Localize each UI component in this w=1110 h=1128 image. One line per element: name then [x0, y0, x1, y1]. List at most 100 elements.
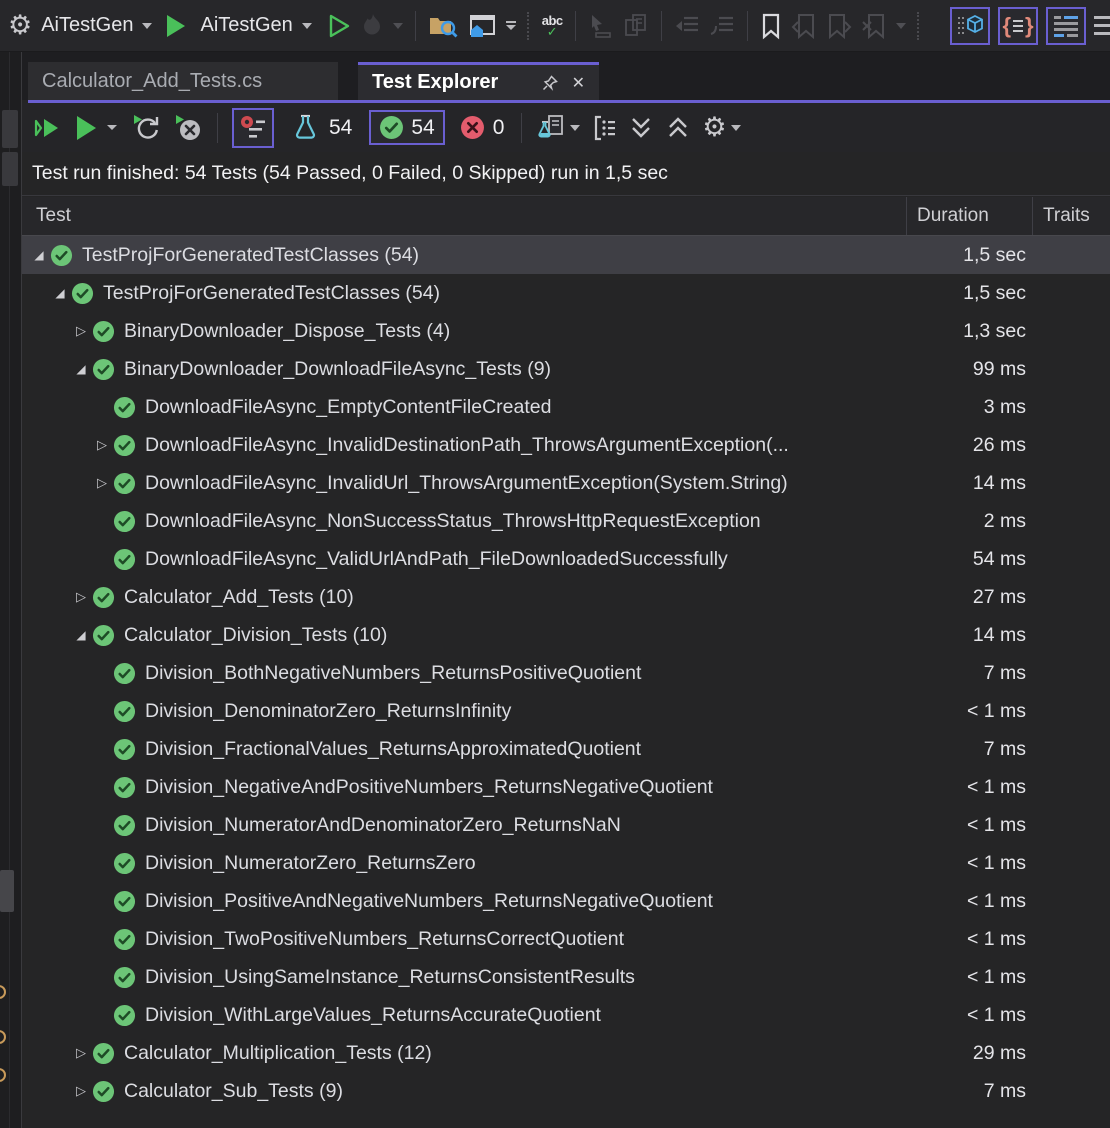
solution-explorer-home-icon[interactable] [467, 13, 497, 39]
settings-button[interactable]: ⚙ [702, 114, 740, 141]
test-tree-row[interactable]: ▷ Calculator_Sub_Tests (9) 7 ms [22, 1072, 1110, 1110]
expander-icon[interactable]: ▷ [70, 1034, 92, 1072]
settings-gear-icon: ⚙ [702, 114, 726, 141]
test-tree-row[interactable]: Division_NumeratorAndDenominatorZero_Ret… [22, 806, 1110, 844]
test-tree-row[interactable]: Division_NumeratorZero_ReturnsZero < 1 m… [22, 844, 1110, 882]
test-tree-row[interactable]: ◢ TestProjForGeneratedTestClasses (54) 1… [22, 236, 1110, 274]
expander-icon[interactable]: ◢ [70, 350, 92, 388]
run-target-label[interactable]: AiTestGen [200, 14, 292, 37]
test-tree-row[interactable]: ▷ Calculator_Add_Tests (10) 27 ms [22, 578, 1110, 616]
test-tree-row[interactable]: DownloadFileAsync_NonSuccessStatus_Throw… [22, 502, 1110, 540]
expander-icon[interactable]: ▷ [70, 312, 92, 350]
spell-check-icon[interactable]: abc✓ [542, 14, 563, 38]
failed-filter-button[interactable]: 0 [460, 115, 505, 140]
chevron-down-icon[interactable] [302, 23, 312, 29]
numbered-list-button[interactable] [1046, 7, 1086, 45]
expander-icon[interactable]: ▷ [91, 426, 113, 464]
toolbar-separator [415, 11, 416, 41]
list-lines-icon[interactable] [1094, 14, 1110, 38]
collapse-all-icon[interactable] [628, 115, 654, 141]
run-cancel-icon[interactable] [173, 114, 203, 142]
test-tree-row[interactable]: Division_BothNegativeNumbers_ReturnsPosi… [22, 654, 1110, 692]
toolbar-right-group: { } [950, 7, 1110, 45]
chevron-down-icon [393, 23, 403, 29]
expander-icon[interactable]: ◢ [49, 274, 71, 312]
expander-icon[interactable]: ◢ [28, 236, 50, 274]
test-duration: 1,5 sec [906, 244, 1032, 267]
tab-test-explorer[interactable]: Test Explorer ✕ [358, 62, 599, 100]
test-tree-row[interactable]: ▷ DownloadFileAsync_InvalidUrl_ThrowsArg… [22, 464, 1110, 502]
test-passed-icon [113, 396, 136, 419]
test-passed-icon [113, 1004, 136, 1027]
run-all-tests-icon[interactable] [32, 114, 60, 142]
test-tree-row[interactable]: Division_PositiveAndNegativeNumbers_Retu… [22, 882, 1110, 920]
hierarchy-icon[interactable] [591, 115, 617, 141]
filter-playlist-button[interactable] [232, 108, 274, 148]
test-name: DownloadFileAsync_EmptyContentFileCreate… [145, 396, 906, 419]
close-icon[interactable]: ✕ [572, 73, 585, 93]
test-tree-row[interactable]: Division_NegativeAndPositiveNumbers_Retu… [22, 768, 1110, 806]
test-duration: 27 ms [906, 586, 1032, 609]
test-passed-icon [92, 586, 115, 609]
chevron-down-icon [731, 125, 741, 131]
playlist-button[interactable] [536, 114, 580, 142]
test-tree-row[interactable]: Division_TwoPositiveNumbers_ReturnsCorre… [22, 920, 1110, 958]
test-passed-icon [113, 434, 136, 457]
chevron-down-icon[interactable] [107, 125, 117, 130]
column-header-test[interactable]: Test [22, 197, 906, 235]
column-header-traits[interactable]: Traits [1032, 197, 1110, 235]
run-icon[interactable] [77, 116, 96, 140]
chevron-down-icon[interactable] [142, 23, 152, 29]
test-duration: < 1 ms [906, 700, 1032, 723]
test-tree-row[interactable]: DownloadFileAsync_ValidUrlAndPath_FileDo… [22, 540, 1110, 578]
passed-filter-button[interactable]: 54 [369, 110, 444, 145]
chevron-down-icon [570, 125, 580, 131]
test-name: TestProjForGeneratedTestClasses (54) [103, 282, 906, 305]
expand-all-icon[interactable] [665, 115, 691, 141]
test-name: Division_FractionalValues_ReturnsApproxi… [145, 738, 906, 761]
test-tree-row[interactable]: ▷ DownloadFileAsync_InvalidDestinationPa… [22, 426, 1110, 464]
expander-icon[interactable]: ▷ [91, 464, 113, 502]
test-name: Division_PositiveAndNegativeNumbers_Retu… [145, 890, 906, 913]
test-duration: < 1 ms [906, 928, 1032, 951]
find-in-files-icon[interactable] [428, 13, 458, 39]
toolbar-separator [575, 11, 576, 41]
expander-icon[interactable]: ▷ [70, 1072, 92, 1110]
test-tree-row[interactable]: Division_DenominatorZero_ReturnsInfinity… [22, 692, 1110, 730]
expander-icon[interactable]: ▷ [70, 578, 92, 616]
indent-spacer [22, 559, 91, 560]
test-duration: < 1 ms [906, 814, 1032, 837]
pin-icon[interactable] [542, 75, 558, 91]
toolbar-overflow-icon[interactable] [506, 21, 516, 30]
toolbar-drag-handle[interactable] [527, 12, 531, 40]
tab-strip: Calculator_Add_Tests.cs Test Explorer ✕ [22, 52, 1110, 100]
start-without-debugging-icon[interactable] [327, 13, 351, 39]
indent-spacer [22, 863, 91, 864]
startup-project-label[interactable]: AiTestGen [41, 14, 133, 37]
test-tree-row[interactable]: ◢ BinaryDownloader_DownloadFileAsync_Tes… [22, 350, 1110, 388]
indent-spacer [22, 939, 91, 940]
expander-icon[interactable]: ◢ [70, 616, 92, 654]
cube-button[interactable] [950, 7, 990, 45]
run-icon[interactable] [167, 15, 185, 37]
test-tree-row[interactable]: ▷ BinaryDownloader_Dispose_Tests (4) 1,3… [22, 312, 1110, 350]
test-name: DownloadFileAsync_InvalidUrl_ThrowsArgum… [145, 472, 906, 495]
beaker-icon[interactable] [293, 113, 318, 142]
braces-button[interactable]: { } [998, 7, 1038, 45]
test-tree-row[interactable]: ◢ TestProjForGeneratedTestClasses (54) 1… [22, 274, 1110, 312]
test-tree-row[interactable]: Division_UsingSameInstance_ReturnsConsis… [22, 958, 1110, 996]
test-tree-row[interactable]: ◢ Calculator_Division_Tests (10) 14 ms [22, 616, 1110, 654]
column-header-duration[interactable]: Duration [906, 197, 1032, 235]
test-tree-row[interactable]: DownloadFileAsync_EmptyContentFileCreate… [22, 388, 1110, 426]
gear-icon[interactable]: ⚙ [8, 12, 32, 39]
test-tree-row[interactable]: Division_WithLargeValues_ReturnsAccurate… [22, 996, 1110, 1034]
repeat-last-run-icon[interactable] [132, 114, 162, 142]
test-tree-row[interactable]: Division_FractionalValues_ReturnsApproxi… [22, 730, 1110, 768]
indent-spacer [22, 407, 91, 408]
bookmark-icon[interactable] [760, 12, 782, 40]
toolbar-drag-handle[interactable] [917, 12, 921, 40]
test-tree-row[interactable]: ▷ Calculator_Multiplication_Tests (12) 2… [22, 1034, 1110, 1072]
test-passed-icon [92, 1042, 115, 1065]
tab-calculator-add-tests[interactable]: Calculator_Add_Tests.cs [28, 62, 338, 100]
test-name: DownloadFileAsync_InvalidDestinationPath… [145, 434, 906, 457]
